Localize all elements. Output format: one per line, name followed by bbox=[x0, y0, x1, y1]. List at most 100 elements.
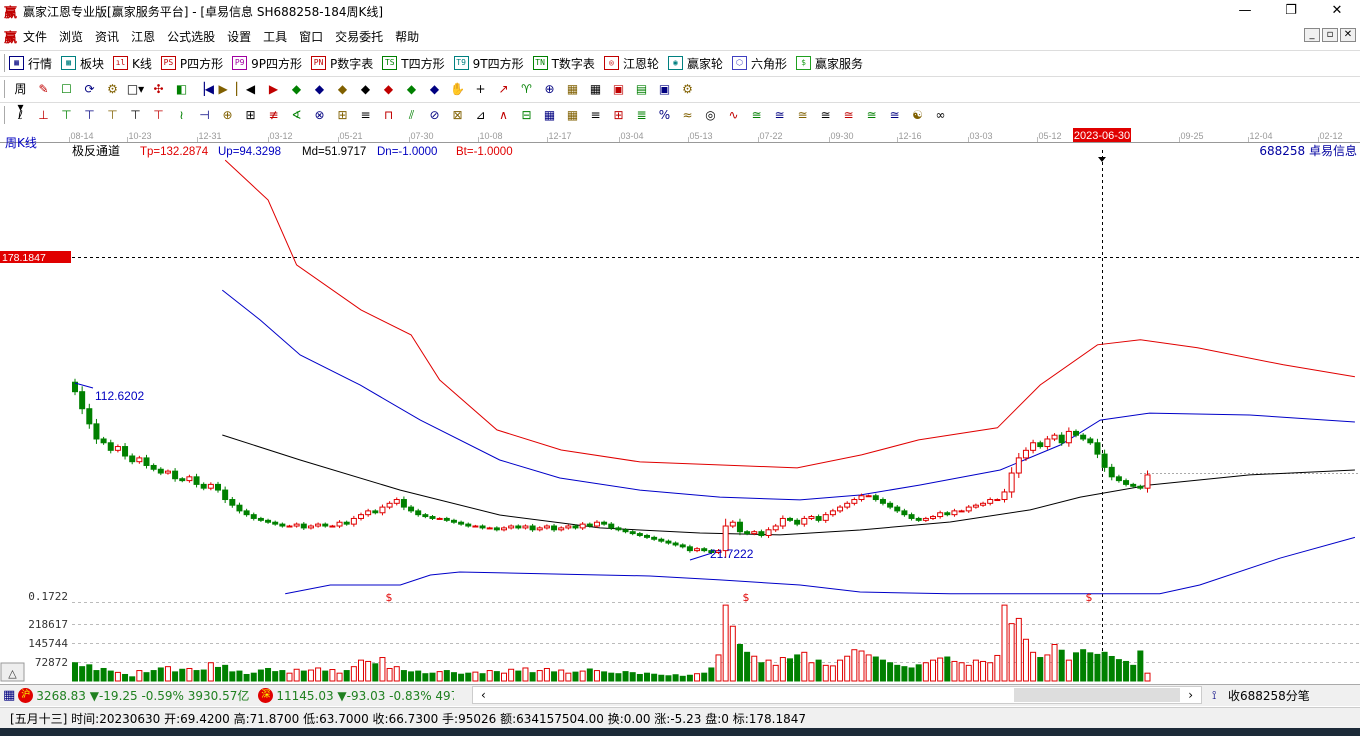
horizontal-scrollbar[interactable]: ‹ › bbox=[472, 686, 1202, 704]
tool-icon[interactable]: ≡ bbox=[357, 106, 375, 124]
tool-icon[interactable]: ▣ bbox=[610, 80, 628, 98]
tool-icon[interactable]: ⟳ bbox=[81, 80, 99, 98]
tool-icon[interactable]: ⫽ bbox=[403, 106, 421, 124]
tool-icon[interactable]: ⊤ bbox=[150, 106, 168, 124]
tool-icon[interactable]: □▾ bbox=[127, 80, 145, 98]
tool-icon[interactable]: ⊤ bbox=[81, 106, 99, 124]
tool-icon[interactable]: ⊞ bbox=[610, 106, 628, 124]
menu-item[interactable]: 窗口 bbox=[293, 28, 329, 45]
tool-icon[interactable]: ▦ bbox=[564, 80, 582, 98]
menu-item[interactable]: 设置 bbox=[221, 28, 257, 45]
tool-icon[interactable]: ▦ bbox=[587, 80, 605, 98]
tool-icon[interactable]: ♈ bbox=[518, 80, 536, 98]
tool-icon[interactable]: ⊤ bbox=[104, 106, 122, 124]
menu-item[interactable]: 工具 bbox=[257, 28, 293, 45]
scroll-right-button[interactable]: › bbox=[1180, 688, 1201, 702]
tool-icon[interactable]: ∞ bbox=[932, 106, 950, 124]
tool-icon[interactable]: + bbox=[472, 80, 490, 98]
close-button[interactable]: ✕ bbox=[1314, 0, 1360, 22]
tool-icon[interactable]: ⚙ bbox=[104, 80, 122, 98]
tool-icon[interactable]: ⊕ bbox=[219, 106, 237, 124]
tool-icon[interactable]: ◆ bbox=[288, 80, 306, 98]
tool-icon[interactable]: ◆ bbox=[403, 80, 421, 98]
tool-icon[interactable]: ≅ bbox=[840, 106, 858, 124]
calendar-icon[interactable]: ▦ bbox=[3, 688, 15, 703]
tool-icon[interactable]: ☐ bbox=[58, 80, 76, 98]
tool-icon[interactable]: ≅ bbox=[794, 106, 812, 124]
menu-item[interactable]: 公式选股 bbox=[161, 28, 221, 45]
tool-icon[interactable]: ≈ bbox=[679, 106, 697, 124]
menu-item[interactable]: 交易委托 bbox=[329, 28, 389, 45]
tool-icon[interactable]: ⊓ bbox=[380, 106, 398, 124]
tool-icon[interactable]: ⊗ bbox=[311, 106, 329, 124]
toolbar-button[interactable]: ıl K线 bbox=[113, 55, 152, 72]
minimize-button[interactable]: — bbox=[1222, 0, 1268, 22]
tool-icon[interactable]: ≅ bbox=[817, 106, 835, 124]
sh-index[interactable]: 3268.83 ▼-19.25 -0.59% 3930.57亿 bbox=[36, 687, 249, 704]
collapse-icon[interactable]: △ bbox=[8, 667, 17, 680]
mdi-minimize-button[interactable]: _ bbox=[1304, 28, 1320, 42]
tool-icon[interactable]: ▦ bbox=[564, 106, 582, 124]
toolbar-button[interactable]: ▦ 行情 bbox=[9, 55, 52, 72]
menu-item[interactable]: 帮助 bbox=[389, 28, 425, 45]
menu-item[interactable]: 江恩 bbox=[125, 28, 161, 45]
tool-icon[interactable]: ▤ bbox=[633, 80, 651, 98]
tool-icon[interactable]: ⊤ bbox=[58, 106, 76, 124]
tool-icon[interactable]: ▶▕ bbox=[219, 80, 237, 98]
toolbar-button[interactable]: ⬡ 六角形 bbox=[731, 55, 787, 72]
tool-icon[interactable]: ✋ bbox=[449, 80, 467, 98]
tool-icon[interactable]: ≅ bbox=[863, 106, 881, 124]
toolbar-button[interactable]: TN T数字表 bbox=[532, 55, 595, 72]
toolbar-button[interactable]: T9 9T四方形 bbox=[453, 55, 524, 72]
tool-icon[interactable]: ∢ bbox=[288, 106, 306, 124]
tool-icon[interactable]: ⊟ bbox=[518, 106, 536, 124]
tool-icon[interactable]: ◆ bbox=[357, 80, 375, 98]
tool-icon[interactable]: ⊿ bbox=[472, 106, 490, 124]
tool-icon[interactable]: ⊥ bbox=[35, 106, 53, 124]
toolbar-button[interactable]: ▩ 板块 bbox=[61, 55, 104, 72]
tool-icon[interactable]: ▶ bbox=[265, 80, 283, 98]
tool-icon[interactable]: ≡ bbox=[587, 106, 605, 124]
tool-icon[interactable]: ≀ bbox=[173, 106, 191, 124]
toolbar-button[interactable]: $ 赢家服务 bbox=[795, 55, 863, 72]
tool-icon[interactable]: ▦ bbox=[541, 106, 559, 124]
tool-icon[interactable]: ≅ bbox=[886, 106, 904, 124]
tool-icon[interactable]: ≣ bbox=[633, 106, 651, 124]
tool-icon[interactable]: ⊞ bbox=[242, 106, 260, 124]
mdi-restore-button[interactable]: ▫ bbox=[1322, 28, 1338, 42]
tool-icon[interactable]: ◆ bbox=[380, 80, 398, 98]
tool-icon[interactable]: ℓ bbox=[12, 106, 30, 124]
tool-icon[interactable]: ⚙ bbox=[679, 80, 697, 98]
tool-icon[interactable]: ▣ bbox=[656, 80, 674, 98]
tool-icon[interactable]: ∿ bbox=[725, 106, 743, 124]
tick-detail-label[interactable]: 收688258分笔 bbox=[1228, 687, 1310, 704]
tool-icon[interactable]: ⊘ bbox=[426, 106, 444, 124]
tool-icon[interactable]: ◀ bbox=[242, 80, 260, 98]
tool-icon[interactable]: ◎ bbox=[702, 106, 720, 124]
tool-icon[interactable]: ⊣ bbox=[196, 106, 214, 124]
tool-icon[interactable]: ◧ bbox=[173, 80, 191, 98]
tool-icon[interactable]: ⊞ bbox=[334, 106, 352, 124]
tool-icon[interactable]: ≢ bbox=[265, 106, 283, 124]
tool-icon[interactable]: ≅ bbox=[748, 106, 766, 124]
tool-icon[interactable]: ☯ bbox=[909, 106, 927, 124]
tool-icon[interactable]: ▕◀ bbox=[196, 80, 214, 98]
sz-index[interactable]: 11145.03 ▼-93.03 -0.83% 4970.20 bbox=[276, 689, 454, 703]
toolbar-button[interactable]: TS T四方形 bbox=[382, 55, 445, 72]
tool-icon[interactable]: ↗ bbox=[495, 80, 513, 98]
toolbar-button[interactable]: PS P四方形 bbox=[160, 55, 223, 72]
mdi-close-button[interactable]: ✕ bbox=[1340, 28, 1356, 42]
tool-icon[interactable]: ≅ bbox=[771, 106, 789, 124]
menu-item[interactable]: 文件 bbox=[17, 28, 53, 45]
tool-icon[interactable]: ◆ bbox=[426, 80, 444, 98]
tool-icon[interactable]: % bbox=[656, 106, 674, 124]
kline-chart[interactable]: 08-14 10-23 12-31 03-12 05-21 07-30 10-08 12-17… bbox=[0, 128, 1360, 683]
maximize-button[interactable]: ❐ bbox=[1268, 0, 1314, 22]
tool-icon[interactable]: ⊕ bbox=[541, 80, 559, 98]
menu-item[interactable]: 浏览 bbox=[53, 28, 89, 45]
tool-icon[interactable]: ✎ bbox=[35, 80, 53, 98]
tool-icon[interactable]: ∧ bbox=[495, 106, 513, 124]
menu-item[interactable]: 资讯 bbox=[89, 28, 125, 45]
toolbar-button[interactable]: PN P数字表 bbox=[311, 55, 373, 72]
toolbar-button[interactable]: ◉ 赢家轮 bbox=[667, 55, 723, 72]
